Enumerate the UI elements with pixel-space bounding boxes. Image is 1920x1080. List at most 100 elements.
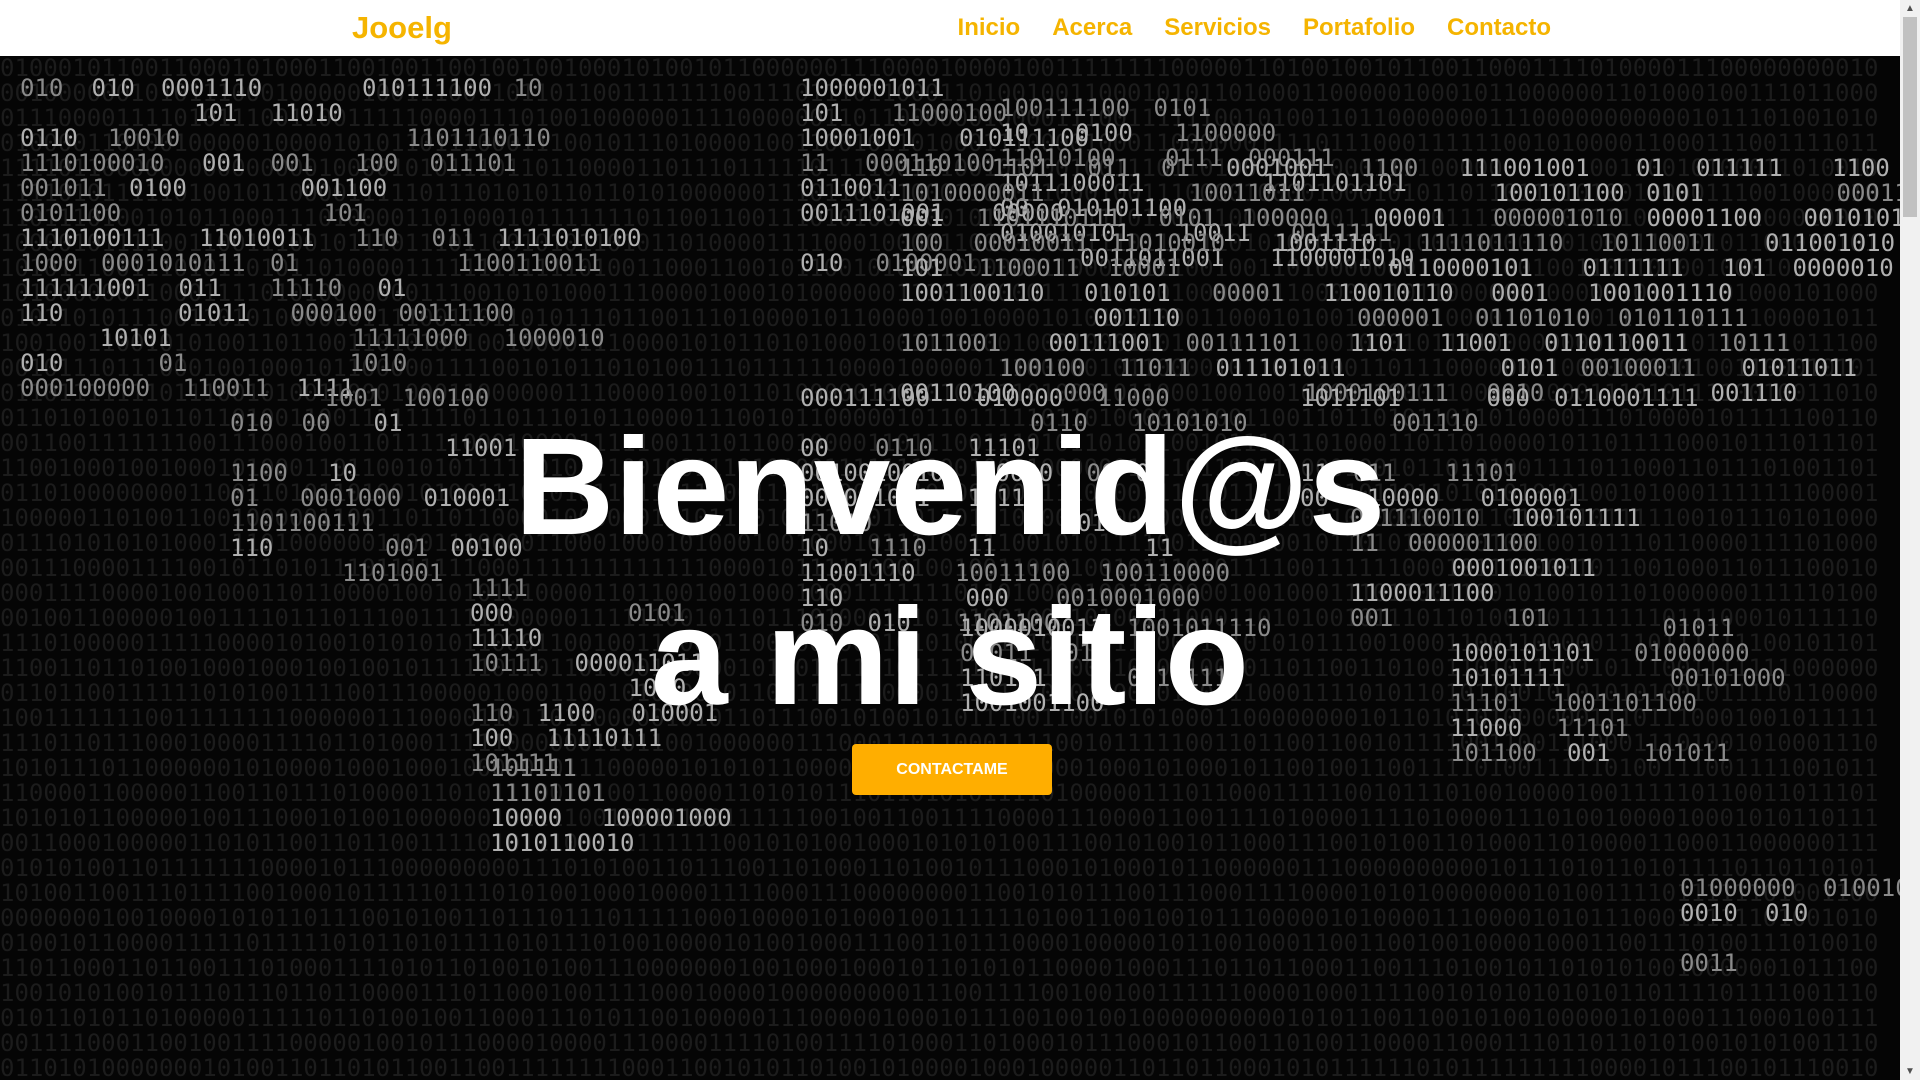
binary-map-digits: 0100 <box>129 174 187 202</box>
binary-map-digits: 1100011 <box>978 254 1080 282</box>
binary-map-digits: 0100 <box>1075 119 1133 147</box>
binary-map-digits: 011 <box>431 224 475 252</box>
hero-title-line-1: Bienvenid@s <box>514 410 1386 564</box>
binary-map-digits: 1100 <box>1832 154 1890 182</box>
nav-menu: Inicio Acerca Servicios Portafolio Conta… <box>926 8 1551 48</box>
binary-map-digits: 01 <box>158 349 188 377</box>
binary-map-digits: 10110011 <box>1600 229 1716 257</box>
binary-map-digits: 1101110110 <box>406 124 552 152</box>
binary-map-digits: 00001 <box>1212 279 1285 307</box>
chevron-down-icon[interactable]: ▼ <box>1900 1063 1920 1080</box>
binary-map-digits: 11010010 <box>1109 229 1226 257</box>
binary-map-digits: 1010 <box>349 349 408 377</box>
binary-map-digits: 1110100111 <box>20 224 165 252</box>
binary-map-digits: 111111001 <box>20 274 151 302</box>
binary-map-digits: 11010011 <box>199 224 315 252</box>
binary-map-digits: 100111100 <box>1000 94 1131 122</box>
binary-map-digits: 10 <box>1000 119 1029 147</box>
binary-map-digits: 10010 <box>108 124 181 152</box>
binary-map-digits: 1101110111 <box>976 204 1122 232</box>
binary-map-digits: 010 <box>20 349 64 377</box>
vertical-scrollbar[interactable]: ▲ ▼ <box>1900 0 1920 1080</box>
contact-me-button[interactable]: CONTACTAME <box>852 744 1052 795</box>
binary-map-digits: 00100011 <box>1580 354 1697 382</box>
binary-map-digits: 11111000 <box>352 324 469 352</box>
binary-map-digits: 0010101011 <box>1803 204 1901 232</box>
binary-map-digits: 0001110 <box>161 74 263 102</box>
chevron-up-icon[interactable]: ▲ <box>1900 0 1920 17</box>
binary-map-digits: 0010 <box>1680 899 1738 927</box>
binary-map-digits: 11010 <box>270 99 343 127</box>
binary-map-digits: 1010110010 <box>490 829 635 857</box>
binary-map-digits: 000001010 <box>1493 204 1624 232</box>
binary-map-digits: 1001100110 <box>900 279 1045 307</box>
binary-map-digits: 0001010111 <box>101 249 246 277</box>
binary-map-digits: 101 <box>1723 254 1767 282</box>
hero-section: 0100010110011000101000110010011001001001… <box>0 56 1900 1080</box>
binary-map-digits: 010111100 <box>362 74 493 102</box>
binary-map-digits: 11 <box>800 149 829 177</box>
binary-map-digits: 1100000 <box>1175 119 1277 147</box>
binary-map-digits: 0110 <box>20 124 78 152</box>
binary-map-digits: 10 <box>513 74 543 102</box>
binary-map-digits: 0101 <box>1646 179 1704 207</box>
binary-map-digits: 10001001 <box>800 124 916 152</box>
binary-map-digits: 001 <box>1567 739 1611 767</box>
binary-map-digits: 0001 <box>1491 279 1549 307</box>
page: Jooelg Inicio Acerca Servicios Portafoli… <box>0 0 1920 1080</box>
binary-map-digits: 011001010 <box>1765 229 1896 257</box>
binary-map-digits: 010101 <box>1084 279 1171 307</box>
nav-link-acerca[interactable]: Acerca <box>1052 8 1132 48</box>
binary-map-digits: 0000010 <box>1792 254 1894 282</box>
binary-map-digits: 0101 <box>1153 94 1212 122</box>
binary-map-digits: 000001 <box>1357 304 1444 332</box>
binary-map-digits: 00111101 <box>1185 329 1302 357</box>
binary-map-digits: 001 <box>900 204 944 232</box>
binary-map-digits: 11110 <box>270 274 343 302</box>
binary-map-digits: 010 <box>1765 899 1809 927</box>
nav-link-portafolio[interactable]: Portafolio <box>1303 8 1415 48</box>
binary-map-digits: 00001 <box>1373 204 1446 232</box>
nav-link-contacto[interactable]: Contacto <box>1447 8 1551 48</box>
binary-map-digits: 10000 <box>490 804 563 832</box>
binary-map-digits: 011101 <box>429 149 517 177</box>
brand-logo-link[interactable]: Jooelg <box>352 8 452 48</box>
nav-link-servicios[interactable]: Servicios <box>1164 8 1271 48</box>
binary-map-digits: 00001100 <box>1646 204 1763 232</box>
binary-map-digits: 0101100 <box>20 199 122 227</box>
binary-map-digits: 101 <box>323 199 367 227</box>
binary-map-digits: 0111111 <box>1582 254 1684 282</box>
binary-map-digits: 01 <box>1161 154 1190 182</box>
binary-map-digits: 0011 <box>1680 949 1738 977</box>
binary-map-digits: 010110111 <box>1618 304 1749 332</box>
binary-map-digits: 0110110011 <box>1544 329 1689 357</box>
binary-map-digits: 101 <box>194 99 238 127</box>
binary-map-digits: 100 <box>355 149 399 177</box>
binary-map-digits: 01 <box>377 274 407 302</box>
binary-map-digits: 11101101 <box>490 779 606 807</box>
binary-map-digits: 11000100 <box>891 99 1008 127</box>
nav-link-inicio[interactable]: Inicio <box>958 8 1021 48</box>
binary-map-digits: 1001001110 <box>1588 279 1733 307</box>
binary-map-digits: 1110100010 <box>20 149 165 177</box>
binary-map-digits: 1010000011 <box>900 179 1045 207</box>
binary-map-digits: 1000001011 <box>800 74 945 102</box>
binary-map-digits: 001 <box>202 149 246 177</box>
binary-map-digits: 01 <box>270 249 299 277</box>
binary-map-digits: 000100000 <box>20 374 151 402</box>
scrollbar-thumb[interactable] <box>1903 17 1917 217</box>
binary-map-digits: 01011 <box>178 299 251 327</box>
binary-map-digits: 0001110100 <box>1836 179 1901 207</box>
binary-map-digits: 010 <box>20 74 64 102</box>
binary-map-digits: 110 <box>355 224 399 252</box>
binary-map-digits: 101 <box>800 99 844 127</box>
binary-map-digits: 011 <box>178 274 222 302</box>
binary-map-digits: 10011011 <box>1189 179 1306 207</box>
binary-map-digits: 01000000 <box>1680 874 1796 902</box>
binary-map-digits: 01001010 <box>1823 874 1900 902</box>
binary-map-digits: 110 <box>900 154 944 182</box>
binary-map-digits: 00010011 <box>973 229 1090 257</box>
binary-map-digits: 001 <box>270 149 314 177</box>
binary-map-digits: 1100110011 <box>457 249 602 277</box>
binary-map-digits: 1000 <box>20 249 78 277</box>
